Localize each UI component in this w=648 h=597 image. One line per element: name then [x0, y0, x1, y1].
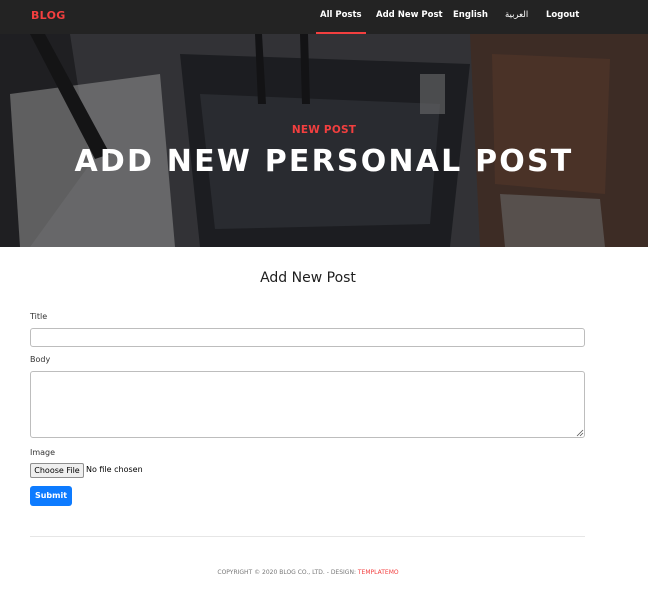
footer-divider	[30, 536, 585, 537]
brand-logo[interactable]: BLOG	[31, 9, 66, 22]
submit-button[interactable]: Submit	[30, 486, 72, 506]
body-textarea[interactable]	[30, 371, 585, 438]
hero-title: ADD NEW PERSONAL POST	[74, 144, 574, 179]
nav-all-posts[interactable]: All Posts	[316, 10, 366, 34]
hero-kicker: NEW POST	[291, 124, 357, 136]
image-label: Image	[30, 448, 56, 457]
templatemo-link[interactable]: TEMPLATEMO	[358, 569, 399, 576]
nav-language-english[interactable]: English	[453, 10, 488, 20]
resize-handle-icon[interactable]	[576, 429, 584, 437]
nav-language-arabic[interactable]: العربية	[505, 10, 528, 20]
hero-overlay	[0, 34, 648, 247]
file-status: No file chosen	[86, 465, 143, 474]
footer-copyright: COPYRIGHT © 2020 BLOG CO., LTD. - DESIGN…	[0, 569, 616, 576]
title-input[interactable]	[30, 328, 585, 347]
hero-banner: NEW POST ADD NEW PERSONAL POST	[0, 34, 648, 247]
choose-file-button[interactable]: Choose File	[30, 463, 84, 478]
nav-logout[interactable]: Logout	[546, 10, 579, 20]
title-label: Title	[30, 312, 48, 321]
body-label: Body	[30, 355, 51, 364]
copyright-text: COPYRIGHT © 2020 BLOG CO., LTD. - DESIGN…	[217, 569, 358, 576]
nav-add-new-post[interactable]: Add New Post	[376, 10, 443, 20]
top-navbar: BLOG All Posts Add New Post English العر…	[0, 0, 648, 34]
form-heading: Add New Post	[260, 270, 356, 286]
